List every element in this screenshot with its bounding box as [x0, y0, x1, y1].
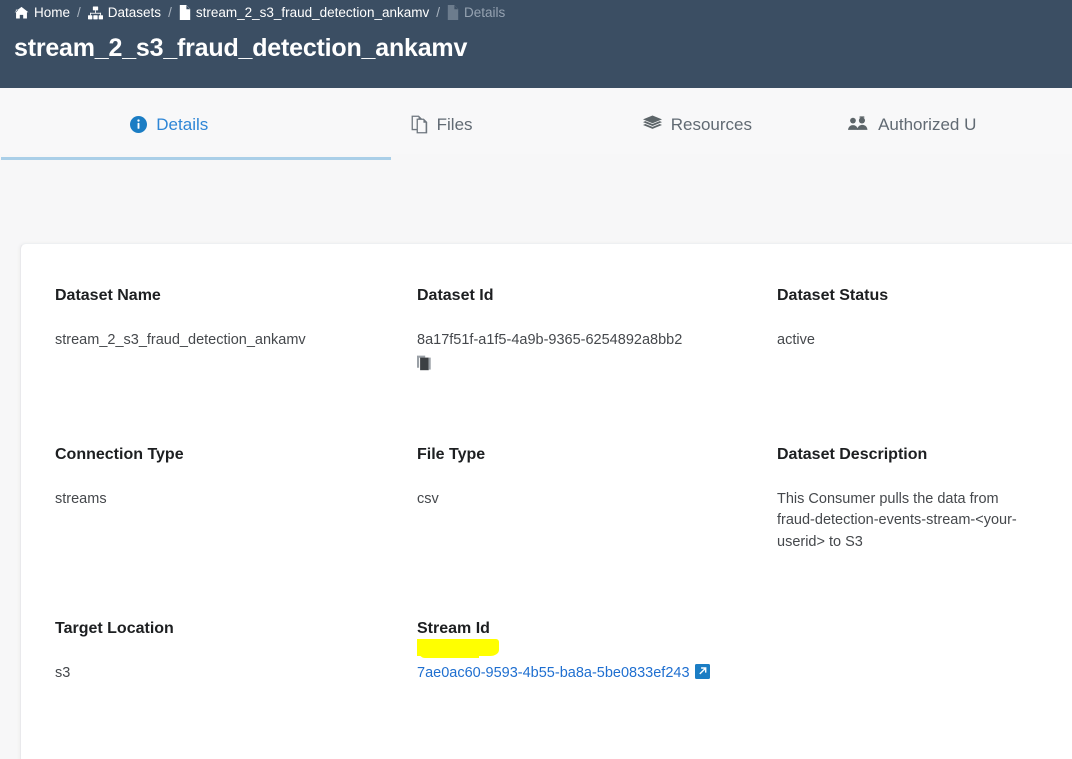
- field-value: 8a17f51f-a1f5-4a9b-9365-6254892a8bb2: [417, 332, 683, 349]
- field-dataset-description: Dataset Description This Consumer pulls …: [777, 445, 1038, 554]
- field-label: Dataset Status: [777, 287, 889, 304]
- info-circle-icon: [130, 115, 148, 133]
- field-row3-empty: [777, 619, 1038, 685]
- field-label: Target Location: [55, 620, 174, 638]
- breadcrumb: Home / Datasets / stream_2_s3_fraud_dete…: [14, 0, 1058, 20]
- field-dataset-name: Dataset Name stream_2_s3_fraud_detection…: [55, 286, 417, 371]
- breadcrumb-item-home[interactable]: Home: [14, 5, 70, 20]
- highlighter-mark-stream-id: [417, 639, 499, 659]
- field-label: Dataset Id: [417, 287, 494, 304]
- breadcrumb-separator: /: [77, 5, 81, 20]
- breadcrumb-item-details: Details: [447, 5, 505, 20]
- file-icon: [179, 5, 191, 20]
- field-value: stream_2_s3_fraud_detection_ankamv: [55, 332, 306, 349]
- tab-label: Resources: [670, 114, 752, 134]
- details-card: Dataset Name stream_2_s3_fraud_detection…: [20, 243, 1072, 759]
- field-value: csv: [417, 490, 439, 507]
- layers-icon: [642, 115, 662, 133]
- datasets-icon: [87, 5, 103, 20]
- copy-dataset-id-button[interactable]: [417, 355, 777, 371]
- field-value: 7ae0ac60-9593-4b55-ba8a-5be0833ef243: [417, 663, 777, 684]
- tab-resources[interactable]: Resources: [565, 100, 830, 154]
- field-stream-id: Stream Id 7ae0ac60-9593-4b55-ba8a-5be083…: [417, 619, 777, 685]
- tab-label: Details: [156, 114, 209, 134]
- field-connection-type: Connection Type streams: [55, 445, 417, 554]
- field-value: active: [777, 332, 815, 349]
- details-row-1: Dataset Name stream_2_s3_fraud_detection…: [55, 286, 1038, 371]
- users-icon: [848, 116, 869, 132]
- field-label: File Type: [417, 445, 486, 463]
- field-label: Dataset Name: [55, 287, 161, 304]
- tab-files[interactable]: Files: [319, 100, 565, 154]
- field-label: Stream Id: [417, 620, 490, 638]
- page-title: stream_2_s3_fraud_detection_ankamv: [14, 34, 468, 62]
- page-body: Details Files Resources Authorized U Dat…: [0, 88, 1072, 759]
- tab-details[interactable]: Details: [1, 100, 390, 160]
- tab-label: Files: [436, 114, 473, 134]
- breadcrumb-item-datasets[interactable]: Datasets: [87, 5, 162, 20]
- field-file-type: File Type csv: [417, 445, 777, 554]
- breadcrumb-separator: /: [436, 5, 440, 20]
- home-icon: [14, 6, 29, 20]
- tab-bar: Details Files Resources Authorized U: [0, 88, 1072, 160]
- field-label: Connection Type: [55, 445, 184, 463]
- breadcrumb-label: stream_2_s3_fraud_detection_ankamv: [195, 5, 430, 20]
- tab-label: Authorized U: [878, 114, 977, 134]
- details-row-3: Target Location s3 Stream Id 7ae0ac60-95…: [55, 619, 1038, 685]
- stream-id-link[interactable]: 7ae0ac60-9593-4b55-ba8a-5be0833ef243: [417, 665, 690, 681]
- breadcrumb-item-dataset[interactable]: stream_2_s3_fraud_detection_ankamv: [179, 5, 429, 20]
- field-value: s3: [55, 665, 71, 682]
- field-dataset-id: Dataset Id 8a17f51f-a1f5-4a9b-9365-62548…: [417, 286, 777, 371]
- external-link-icon[interactable]: [694, 664, 710, 680]
- breadcrumb-separator: /: [168, 5, 172, 20]
- field-value: This Consumer pulls the data from fraud-…: [777, 490, 1017, 550]
- field-label: Dataset Description: [777, 445, 928, 463]
- field-value: streams: [55, 490, 107, 507]
- app-header: Home / Datasets / stream_2_s3_fraud_dete…: [0, 0, 1072, 88]
- field-target-location: Target Location s3: [55, 619, 417, 685]
- breadcrumb-label: Home: [34, 5, 71, 20]
- tab-authorized-users[interactable]: Authorized U: [830, 100, 1072, 154]
- breadcrumb-label: Details: [464, 5, 506, 20]
- field-dataset-status: Dataset Status active: [777, 286, 1038, 371]
- breadcrumb-label: Datasets: [107, 5, 162, 20]
- copy-files-icon: [411, 115, 428, 134]
- details-row-2: Connection Type streams File Type csv Da…: [55, 445, 1038, 554]
- file-icon: [447, 5, 459, 20]
